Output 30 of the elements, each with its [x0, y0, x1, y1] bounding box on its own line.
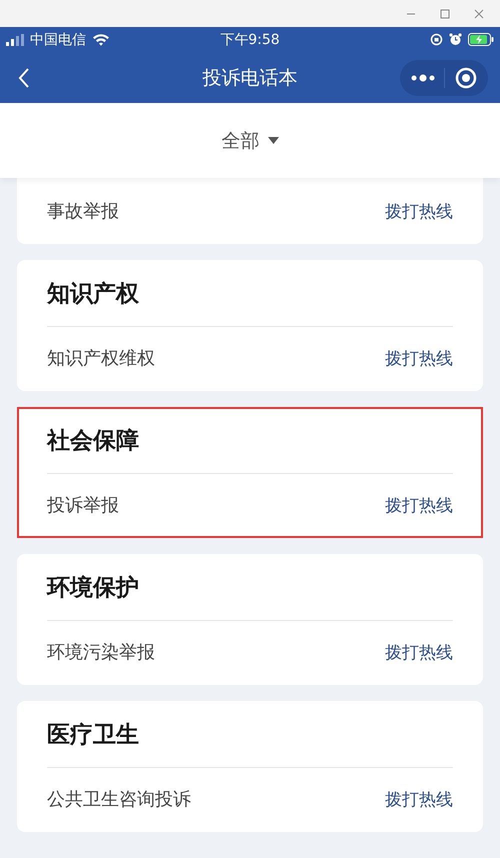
rotation-lock-icon [430, 33, 443, 46]
hotline-name: 公共卫生咨询投诉 [47, 788, 191, 811]
category-dropdown[interactable]: 全部 [222, 128, 278, 154]
battery-icon [468, 33, 494, 46]
status-time: 下午9:58 [220, 30, 280, 48]
carrier-name: 中国电信 [30, 30, 86, 48]
category-title: 社会保障 [47, 409, 453, 474]
call-hotline-link[interactable]: 拨打热线 [385, 346, 453, 370]
wifi-icon [92, 33, 110, 46]
caret-icon [268, 137, 278, 144]
call-hotline-link[interactable]: 拨打热线 [385, 200, 453, 222]
close-icon[interactable] [474, 8, 484, 18]
back-icon[interactable] [18, 68, 30, 88]
more-icon[interactable] [410, 74, 435, 82]
signal-icon [6, 34, 24, 46]
call-hotline-link[interactable]: 拨打热线 [385, 494, 453, 516]
hotline-name: 事故举报 [47, 200, 119, 223]
hotline-name: 知识产权维权 [47, 347, 155, 370]
call-hotline-link[interactable]: 拨打热线 [385, 788, 453, 810]
close-target-icon[interactable] [455, 66, 478, 88]
hotline-name: 投诉举报 [47, 494, 119, 517]
maximize-icon[interactable] [440, 8, 450, 18]
page-title: 投诉电话本 [202, 66, 298, 90]
capsule-menu[interactable] [400, 60, 488, 96]
category-title: 环境保护 [47, 556, 453, 621]
category-title: 知识产权 [47, 262, 453, 327]
alarm-icon [449, 33, 462, 46]
call-hotline-link[interactable]: 拨打热线 [385, 640, 453, 664]
category-title: 医疗卫生 [47, 703, 453, 768]
hotline-name: 环境污染举报 [47, 641, 155, 664]
